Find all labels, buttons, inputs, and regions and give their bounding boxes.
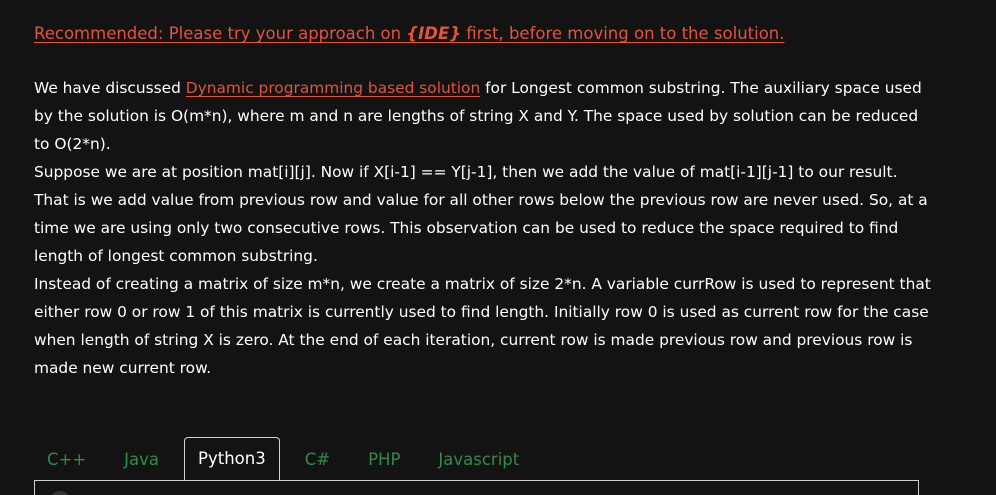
- paragraph-3: Instead of creating a matrix of size m*n…: [34, 275, 931, 377]
- recommendation-prefix: Recommended: Please try your approach on: [34, 24, 407, 43]
- paragraph-1-before: We have discussed: [34, 79, 186, 97]
- code-panel: [34, 480, 919, 495]
- language-tabs: C++ Java Python3 C# PHP Javascript: [34, 437, 532, 480]
- tab-php[interactable]: PHP: [355, 439, 413, 480]
- recommendation-link[interactable]: Recommended: Please try your approach on…: [34, 20, 934, 48]
- article-content: Recommended: Please try your approach on…: [34, 20, 934, 382]
- recommendation-suffix: first, before moving on to the solution.: [460, 24, 785, 43]
- paragraph-2: Suppose we are at position mat[i][j]. No…: [34, 163, 928, 265]
- tab-python3[interactable]: Python3: [184, 437, 280, 480]
- recommendation-ide: {IDE}: [406, 24, 461, 43]
- tab-csharp[interactable]: C#: [292, 439, 343, 480]
- article-body: We have discussed Dynamic programming ba…: [34, 74, 934, 382]
- code-toolbar-icon[interactable]: [49, 491, 71, 495]
- dp-solution-link[interactable]: Dynamic programming based solution: [186, 79, 480, 97]
- paragraph-1: We have discussed Dynamic programming ba…: [34, 74, 934, 158]
- tab-java[interactable]: Java: [111, 439, 172, 480]
- tab-javascript[interactable]: Javascript: [425, 439, 532, 480]
- tab-cpp[interactable]: C++: [34, 439, 99, 480]
